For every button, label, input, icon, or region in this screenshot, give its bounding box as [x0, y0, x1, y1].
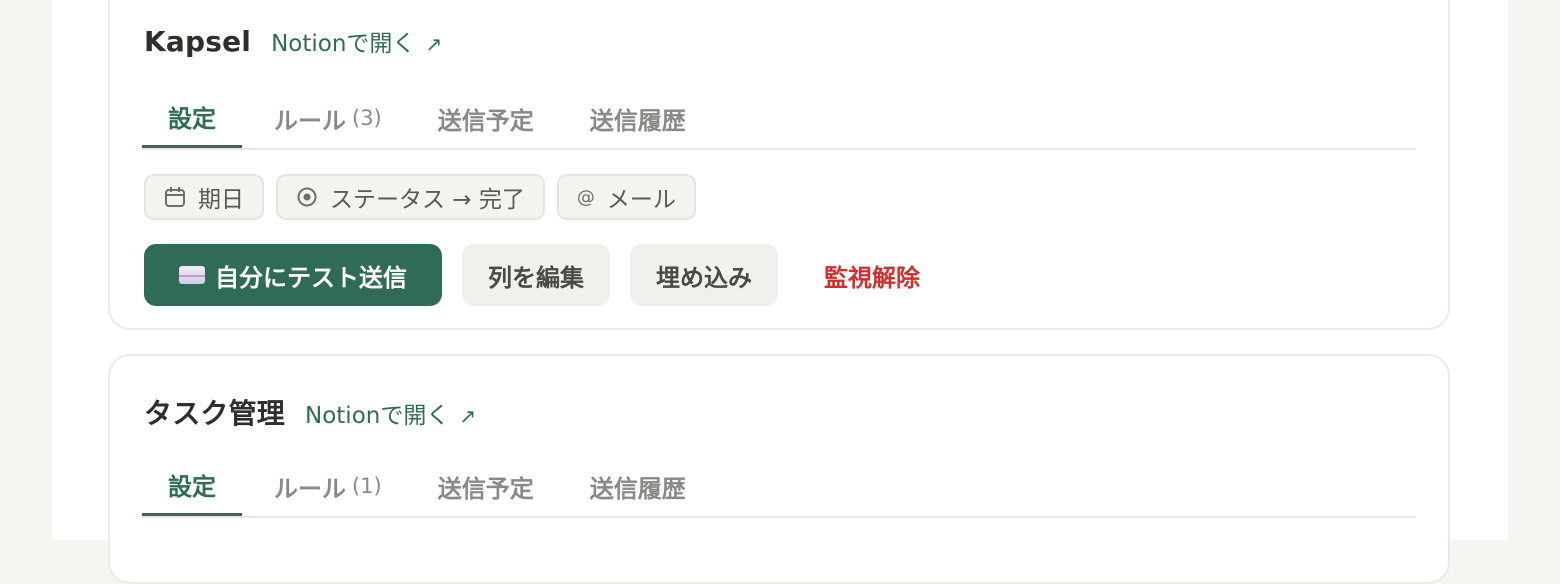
- card-header: Kapsel Notionで開く ↗: [144, 24, 442, 58]
- tab-label: 設定: [168, 105, 216, 133]
- card-header: タスク管理 Notionで開く ↗: [144, 392, 476, 432]
- tab-scheduled[interactable]: 送信予定: [406, 88, 558, 148]
- chip-email[interactable]: @ メール: [556, 174, 696, 220]
- send-test-label: 自分にテスト送信: [215, 264, 407, 292]
- database-card-kapsel: Kapsel Notionで開く ↗ 設定 ルール (3) 送信予定 送信履歴: [108, 0, 1450, 330]
- tab-bar: 設定 ルール (1) 送信予定 送信履歴: [142, 456, 1416, 518]
- tab-history[interactable]: 送信履歴: [558, 88, 710, 148]
- tab-scheduled[interactable]: 送信予定: [406, 456, 558, 516]
- tab-label: 送信履歴: [589, 474, 686, 503]
- tab-label: 送信履歴: [589, 106, 686, 135]
- tab-label: 送信予定: [437, 106, 534, 135]
- open-in-notion-label: Notionで開く: [305, 403, 450, 429]
- tab-rules[interactable]: ルール (3): [242, 88, 406, 148]
- chip-status[interactable]: ステータス → 完了: [276, 174, 545, 220]
- action-bar: 自分にテスト送信 列を編集 埋め込み 監視解除: [144, 244, 946, 306]
- envelope-icon: [179, 266, 205, 284]
- database-title: タスク管理: [144, 397, 286, 430]
- calendar-icon: [164, 186, 186, 208]
- edit-columns-button[interactable]: 列を編集: [462, 244, 610, 306]
- chip-label: メール: [606, 187, 676, 213]
- at-sign-icon: @: [576, 186, 595, 208]
- property-chips: 期日 ステータス → 完了 @ メール: [144, 174, 696, 220]
- embed-button[interactable]: 埋め込み: [630, 244, 778, 306]
- chip-due-date[interactable]: 期日: [144, 174, 264, 220]
- status-target-icon: [296, 186, 318, 208]
- chip-label: 期日: [198, 187, 244, 213]
- database-card-tasks: タスク管理 Notionで開く ↗ 設定 ルール (1) 送信予定 送信履歴: [108, 354, 1450, 584]
- external-arrow-icon: ↗: [425, 32, 443, 56]
- tab-settings[interactable]: 設定: [142, 88, 242, 148]
- chip-label: ステータス → 完了: [330, 187, 525, 213]
- tab-settings[interactable]: 設定: [142, 456, 242, 516]
- tab-label: ルール: [274, 106, 346, 135]
- database-title: Kapsel: [144, 25, 252, 58]
- rule-count: (1): [352, 474, 382, 498]
- external-arrow-icon: ↗: [459, 404, 477, 428]
- open-in-notion-link[interactable]: Notionで開く ↗: [271, 24, 442, 58]
- tab-history[interactable]: 送信履歴: [558, 456, 710, 516]
- tab-rules[interactable]: ルール (1): [242, 456, 406, 516]
- tab-label: 設定: [168, 473, 216, 501]
- open-in-notion-label: Notionで開く: [271, 31, 416, 57]
- tab-bar: 設定 ルール (3) 送信予定 送信履歴: [142, 88, 1416, 150]
- send-test-button[interactable]: 自分にテスト送信: [144, 244, 442, 306]
- tab-label: 送信予定: [437, 474, 534, 503]
- rule-count: (3): [352, 106, 382, 130]
- tab-label: ルール: [274, 474, 346, 503]
- open-in-notion-link[interactable]: Notionで開く ↗: [305, 396, 476, 430]
- unwatch-button[interactable]: 監視解除: [798, 244, 946, 306]
